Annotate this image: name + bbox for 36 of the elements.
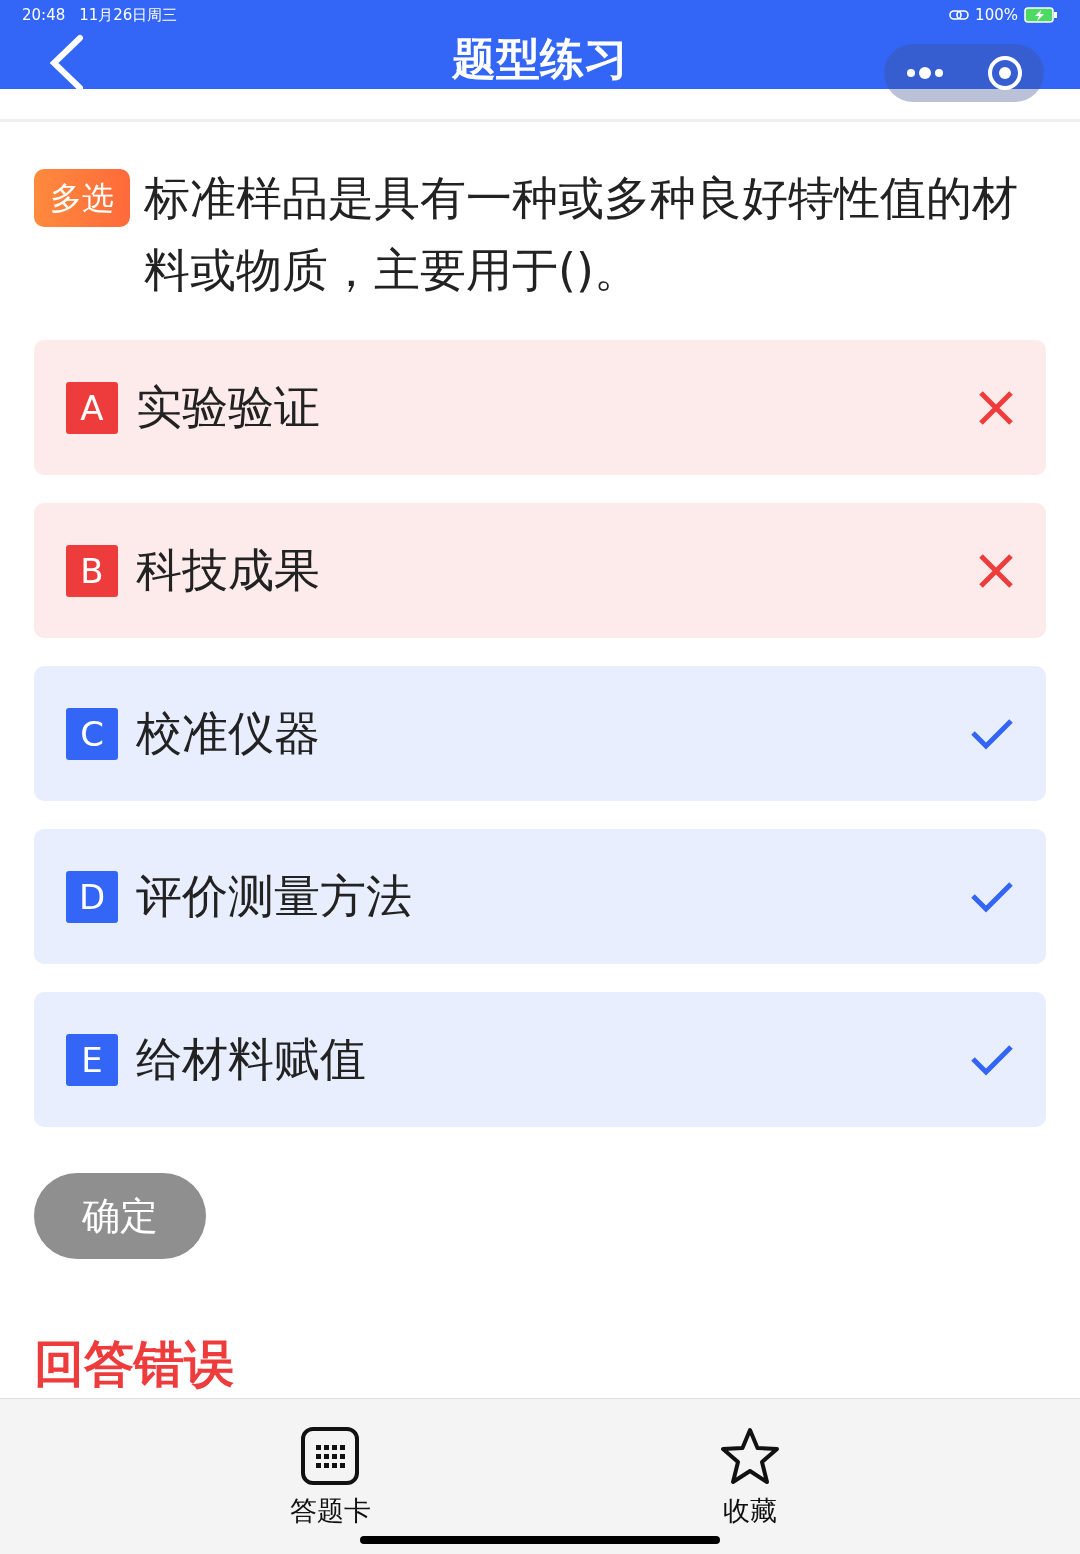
more-icon[interactable]	[905, 66, 945, 80]
option-letter: B	[66, 544, 118, 597]
battery-percent: 100%	[975, 6, 1018, 24]
question-text: 标准样品是具有一种或多种良好特性值的材料或物质，主要用于()。	[144, 170, 1019, 300]
option-letter: C	[66, 707, 118, 760]
option-text: 科技成果	[136, 541, 321, 599]
cross-icon	[978, 389, 1014, 426]
star-icon	[720, 1427, 780, 1486]
check-icon	[970, 1043, 1014, 1076]
option-letter: E	[66, 1033, 118, 1086]
battery-icon	[1024, 7, 1058, 23]
option-card[interactable]: B 科技成果	[34, 503, 1046, 639]
close-icon[interactable]	[987, 55, 1023, 91]
page-title: 题型练习	[452, 32, 628, 86]
option-card[interactable]: A 实验验证	[34, 340, 1046, 476]
result-text: 回答错误	[34, 1334, 234, 1396]
option-letter: A	[66, 381, 118, 434]
status-date: 11月26日周三	[79, 5, 178, 25]
option-text: 评价测量方法	[136, 867, 413, 925]
option-card[interactable]: D 评价测量方法	[34, 829, 1046, 965]
back-icon[interactable]	[48, 34, 84, 92]
option-card[interactable]: C 校准仪器	[34, 666, 1046, 802]
link-icon	[949, 9, 970, 21]
check-icon	[970, 880, 1014, 913]
option-text: 实验验证	[136, 378, 321, 436]
cross-icon	[978, 552, 1014, 589]
check-icon	[970, 717, 1014, 750]
grid-icon	[301, 1427, 359, 1486]
option-text: 校准仪器	[136, 704, 321, 762]
tab-label[interactable]: 答题卡	[289, 1493, 371, 1530]
tab-label[interactable]: 收藏	[723, 1493, 777, 1530]
option-text: 给材料赋值	[136, 1030, 367, 1088]
option-card[interactable]: E 给材料赋值	[34, 992, 1046, 1128]
status-time: 20:48	[22, 6, 66, 24]
option-letter: D	[66, 870, 118, 923]
question-type-badge: 多选	[34, 169, 130, 228]
